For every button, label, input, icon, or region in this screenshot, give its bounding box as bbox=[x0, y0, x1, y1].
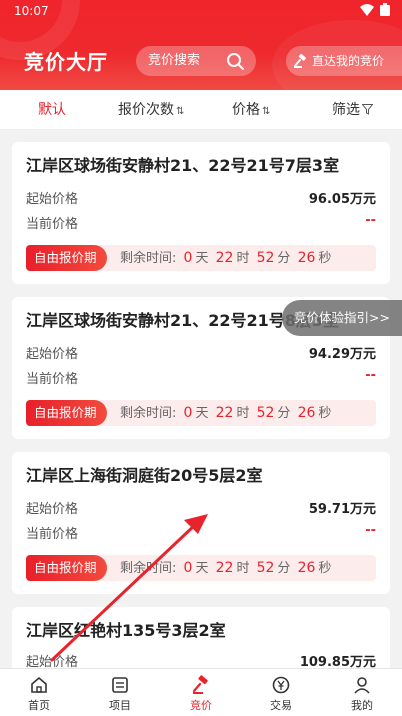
my-bids-label: 直达我的竞价 bbox=[312, 54, 385, 68]
days-unit: 天 bbox=[195, 406, 209, 421]
days-value: 0 bbox=[183, 405, 193, 421]
sort-price[interactable]: 价格 ⇅ bbox=[232, 90, 270, 130]
current-price-value: -- bbox=[365, 523, 376, 538]
minutes-value: 52 bbox=[256, 405, 275, 421]
user-icon bbox=[354, 677, 370, 694]
minutes-unit: 分 bbox=[277, 561, 291, 576]
sort-bid-count-label: 报价次数 bbox=[118, 102, 174, 118]
listing-address: 江岸区红艳村135号3层2室 bbox=[26, 621, 226, 640]
tab-bidding-label: 竞价 bbox=[190, 699, 212, 712]
seconds-value: 26 bbox=[297, 250, 316, 266]
filter-label: 筛选 bbox=[332, 102, 360, 118]
sort-price-label: 价格 bbox=[232, 102, 260, 118]
listing-card[interactable]: 江岸区球场街安静村21、22号21号7层3室 起始价格 96.05万元 当前价格… bbox=[12, 142, 390, 284]
seconds-value: 26 bbox=[297, 405, 316, 421]
countdown-bar: 自由报价期 剩余时间: 0天 22 时 52 分 26 秒 bbox=[26, 245, 376, 271]
status-bar: 10:07 bbox=[0, 0, 402, 24]
current-price-value: -- bbox=[365, 368, 376, 383]
days-unit: 天 bbox=[195, 251, 209, 266]
page-title: 竞价大厅 bbox=[24, 50, 108, 74]
start-price-label: 起始价格 bbox=[26, 192, 79, 207]
minutes-value: 52 bbox=[256, 560, 275, 576]
battery-icon bbox=[380, 3, 390, 16]
hours-unit: 时 bbox=[236, 251, 250, 266]
tab-mine[interactable]: 我的 bbox=[332, 669, 392, 716]
status-time: 10:07 bbox=[14, 4, 49, 18]
status-badge: 自由报价期 bbox=[26, 555, 107, 581]
start-price-label: 起始价格 bbox=[26, 347, 79, 362]
hammer-icon bbox=[294, 54, 306, 68]
sort-default[interactable]: 默认 bbox=[38, 90, 66, 130]
search-input[interactable]: 竞价搜索 bbox=[136, 46, 256, 76]
seconds-value: 26 bbox=[297, 560, 316, 576]
my-bids-button[interactable]: 直达我的竞价 bbox=[286, 46, 402, 76]
countdown-bar: 自由报价期 剩余时间: 0天 22 时 52 分 26 秒 bbox=[26, 555, 376, 581]
hours-unit: 时 bbox=[236, 561, 250, 576]
tab-mine-label: 我的 bbox=[351, 699, 373, 712]
sort-bid-count[interactable]: 报价次数 ⇅ bbox=[118, 90, 184, 130]
current-price-label: 当前价格 bbox=[26, 372, 79, 387]
projects-icon bbox=[112, 677, 128, 693]
home-icon bbox=[31, 676, 47, 693]
tab-projects[interactable]: 项目 bbox=[90, 669, 150, 716]
hours-value: 22 bbox=[215, 250, 234, 266]
tab-home-label: 首页 bbox=[28, 699, 50, 712]
bidding-guide-button[interactable]: 竞价体验指引>> bbox=[282, 300, 402, 336]
days-value: 0 bbox=[183, 250, 193, 266]
minutes-value: 52 bbox=[256, 250, 275, 266]
yen-exchange-icon bbox=[272, 676, 290, 694]
sort-arrows-icon: ⇅ bbox=[262, 106, 271, 117]
start-price-value: 94.29万元 bbox=[308, 347, 376, 362]
search-placeholder: 竞价搜索 bbox=[148, 53, 201, 68]
tab-projects-label: 项目 bbox=[109, 699, 131, 712]
search-icon[interactable] bbox=[226, 52, 244, 70]
seconds-unit: 秒 bbox=[318, 561, 332, 576]
bottom-tab-bar: 首页 项目 竞价 交易 我的 bbox=[0, 668, 402, 716]
seconds-unit: 秒 bbox=[318, 251, 332, 266]
remaining-label: 剩余时间: bbox=[120, 251, 177, 266]
tab-trade-label: 交易 bbox=[270, 699, 292, 712]
filter-button[interactable]: 筛选 bbox=[332, 90, 374, 130]
remaining-label: 剩余时间: bbox=[120, 406, 177, 421]
listing-address: 江岸区上海街洞庭街20号5层2室 bbox=[26, 466, 263, 485]
tab-trade[interactable]: 交易 bbox=[251, 669, 311, 716]
seconds-unit: 秒 bbox=[318, 406, 332, 421]
remaining-time: 剩余时间: 0天 22 时 52 分 26 秒 bbox=[120, 245, 331, 271]
start-price-label: 起始价格 bbox=[26, 502, 79, 517]
sort-default-label: 默认 bbox=[38, 102, 66, 118]
remaining-label: 剩余时间: bbox=[120, 561, 177, 576]
days-unit: 天 bbox=[195, 561, 209, 576]
remaining-time: 剩余时间: 0天 22 时 52 分 26 秒 bbox=[120, 400, 331, 426]
filter-icon bbox=[361, 104, 374, 115]
listing-card[interactable]: 江岸区上海街洞庭街20号5层2室 起始价格 59.71万元 当前价格 -- 自由… bbox=[12, 452, 390, 594]
sort-bar: 默认 报价次数 ⇅ 价格 ⇅ 筛选 bbox=[0, 90, 402, 130]
wifi-icon bbox=[360, 3, 374, 16]
listing-address: 江岸区球场街安静村21、22号21号7层3室 bbox=[26, 156, 340, 175]
current-price-value: -- bbox=[365, 213, 376, 228]
gavel-icon bbox=[192, 675, 208, 694]
current-price-label: 当前价格 bbox=[26, 217, 79, 232]
days-value: 0 bbox=[183, 560, 193, 576]
remaining-time: 剩余时间: 0天 22 时 52 分 26 秒 bbox=[120, 555, 331, 581]
status-badge: 自由报价期 bbox=[26, 400, 107, 426]
sort-arrows-icon: ⇅ bbox=[176, 106, 185, 117]
hours-value: 22 bbox=[215, 405, 234, 421]
tab-home[interactable]: 首页 bbox=[9, 669, 69, 716]
status-badge: 自由报价期 bbox=[26, 245, 107, 271]
hours-unit: 时 bbox=[236, 406, 250, 421]
start-price-value: 96.05万元 bbox=[308, 192, 376, 207]
minutes-unit: 分 bbox=[277, 251, 291, 266]
current-price-label: 当前价格 bbox=[26, 527, 79, 542]
minutes-unit: 分 bbox=[277, 406, 291, 421]
start-price-value: 59.71万元 bbox=[308, 502, 376, 517]
hours-value: 22 bbox=[215, 560, 234, 576]
tab-bidding[interactable]: 竞价 bbox=[171, 669, 231, 716]
countdown-bar: 自由报价期 剩余时间: 0天 22 时 52 分 26 秒 bbox=[26, 400, 376, 426]
